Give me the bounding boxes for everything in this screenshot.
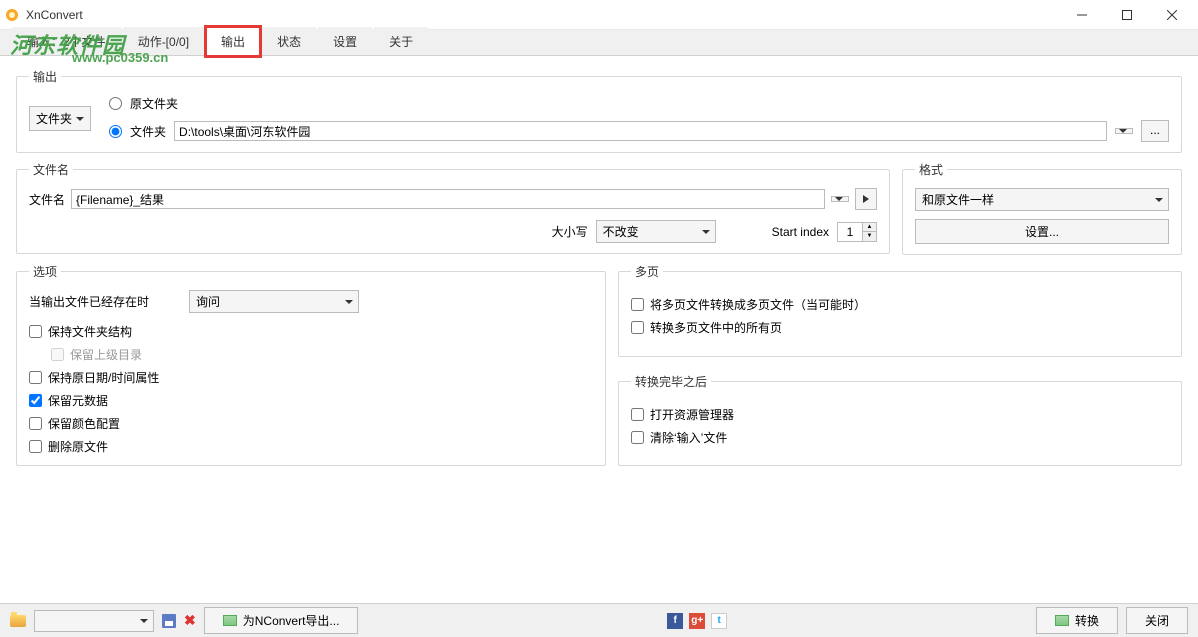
radio-original-folder[interactable]: 原文件夹 bbox=[109, 95, 1169, 112]
start-index-label: Start index bbox=[772, 225, 829, 239]
filename-fieldset: 文件名 文件名 大小写 不改变 Start index bbox=[16, 161, 890, 254]
keep-color-profile-checkbox[interactable]: 保留颜色配置 bbox=[29, 415, 593, 432]
close-button[interactable]: 关闭 bbox=[1126, 607, 1188, 634]
watermark-url: www.pc0359.cn bbox=[72, 50, 168, 65]
spinner-down-icon[interactable]: ▼ bbox=[862, 232, 876, 241]
clear-input-checkbox[interactable]: 清除‘输入’文件 bbox=[631, 429, 1169, 446]
browse-button[interactable]: ... bbox=[1141, 120, 1169, 142]
radio-original-folder-input[interactable] bbox=[109, 97, 122, 110]
case-value: 不改变 bbox=[603, 225, 639, 239]
spinner-up-icon[interactable]: ▲ bbox=[862, 223, 876, 232]
case-select[interactable]: 不改变 bbox=[596, 220, 716, 243]
multipage-legend: 多页 bbox=[631, 263, 663, 280]
bottombar: ✖ 为NConvert导出... f g+ t 转换 关闭 bbox=[0, 603, 1198, 637]
filename-legend: 文件名 bbox=[29, 161, 73, 178]
output-type-label: 文件夹 bbox=[36, 110, 72, 127]
output-fieldset: 输出 文件夹 原文件夹 文件夹 ... bbox=[16, 68, 1182, 153]
tabbar: 输入：2个文件 动作-[0/0] 输出 状态 设置 关于 bbox=[0, 30, 1198, 56]
options-fieldset: 选项 当输出文件已经存在时 询问 保持文件夹结构 保留上级目录 保持原日期/时间… bbox=[16, 263, 606, 466]
preset-select[interactable] bbox=[34, 610, 154, 632]
convert-button[interactable]: 转换 bbox=[1036, 607, 1118, 634]
radio-custom-folder[interactable]: 文件夹 bbox=[109, 123, 166, 140]
start-index-input[interactable] bbox=[838, 223, 862, 241]
format-fieldset: 格式 和原文件一样 设置... bbox=[902, 161, 1182, 255]
social-icons: f g+ t bbox=[667, 613, 727, 629]
output-legend: 输出 bbox=[29, 68, 61, 85]
tab-about[interactable]: 关于 bbox=[374, 27, 428, 55]
keep-parent-dir-checkbox: 保留上级目录 bbox=[51, 346, 593, 363]
convert-all-pages-checkbox[interactable]: 转换多页文件中的所有页 bbox=[631, 319, 1169, 336]
filename-label: 文件名 bbox=[29, 191, 65, 208]
minimize-button[interactable] bbox=[1059, 1, 1104, 29]
output-path-input[interactable] bbox=[174, 121, 1107, 141]
keep-folder-structure-checkbox[interactable]: 保持文件夹结构 bbox=[29, 323, 593, 340]
titlebar: XnConvert bbox=[0, 0, 1198, 30]
convert-icon bbox=[1055, 615, 1069, 626]
export-nconvert-label: 为NConvert导出... bbox=[243, 612, 340, 629]
when-exists-select[interactable]: 询问 bbox=[189, 290, 359, 313]
filename-pattern-input[interactable] bbox=[71, 189, 825, 209]
filename-token-button[interactable] bbox=[855, 188, 877, 210]
delete-icon[interactable]: ✖ bbox=[184, 612, 196, 629]
tab-status[interactable]: 状态 bbox=[262, 27, 316, 55]
format-settings-button[interactable]: 设置... bbox=[915, 219, 1169, 244]
export-icon bbox=[223, 615, 237, 626]
options-legend: 选项 bbox=[29, 263, 61, 280]
close-window-button[interactable] bbox=[1149, 1, 1194, 29]
maximize-button[interactable] bbox=[1104, 1, 1149, 29]
keep-datetime-checkbox[interactable]: 保持原日期/时间属性 bbox=[29, 369, 593, 386]
radio-custom-folder-label: 文件夹 bbox=[130, 123, 166, 140]
output-type-select[interactable]: 文件夹 bbox=[29, 106, 91, 131]
when-exists-value: 询问 bbox=[196, 295, 220, 309]
convert-label: 转换 bbox=[1075, 612, 1099, 629]
convert-multipage-checkbox[interactable]: 将多页文件转换成多页文件（当可能时） bbox=[631, 296, 1169, 313]
delete-original-checkbox[interactable]: 删除原文件 bbox=[29, 438, 593, 455]
when-exists-label: 当输出文件已经存在时 bbox=[29, 293, 149, 310]
format-value: 和原文件一样 bbox=[922, 193, 994, 207]
radio-custom-folder-input[interactable] bbox=[109, 125, 122, 138]
googleplus-icon[interactable]: g+ bbox=[689, 613, 705, 629]
twitter-icon[interactable]: t bbox=[711, 613, 727, 629]
format-select[interactable]: 和原文件一样 bbox=[915, 188, 1169, 211]
window-title: XnConvert bbox=[26, 8, 1059, 22]
radio-original-folder-label: 原文件夹 bbox=[130, 95, 178, 112]
multipage-fieldset: 多页 将多页文件转换成多页文件（当可能时） 转换多页文件中的所有页 bbox=[618, 263, 1182, 357]
after-convert-fieldset: 转换完毕之后 打开资源管理器 清除‘输入’文件 bbox=[618, 373, 1182, 467]
save-icon[interactable] bbox=[162, 614, 176, 628]
facebook-icon[interactable]: f bbox=[667, 613, 683, 629]
app-icon bbox=[4, 7, 20, 23]
start-index-spinner[interactable]: ▲ ▼ bbox=[837, 222, 877, 242]
open-explorer-checkbox[interactable]: 打开资源管理器 bbox=[631, 406, 1169, 423]
export-nconvert-button[interactable]: 为NConvert导出... bbox=[204, 607, 359, 634]
path-history-dropdown[interactable] bbox=[1115, 128, 1133, 134]
after-convert-legend: 转换完毕之后 bbox=[631, 373, 711, 390]
tab-output[interactable]: 输出 bbox=[206, 27, 260, 56]
format-legend: 格式 bbox=[915, 161, 947, 178]
chevron-down-icon bbox=[76, 117, 84, 121]
filename-history-dropdown[interactable] bbox=[831, 196, 849, 202]
case-label: 大小写 bbox=[552, 223, 588, 240]
tab-settings[interactable]: 设置 bbox=[318, 27, 372, 55]
keep-metadata-checkbox[interactable]: 保留元数据 bbox=[29, 392, 593, 409]
open-folder-icon[interactable] bbox=[10, 615, 26, 627]
